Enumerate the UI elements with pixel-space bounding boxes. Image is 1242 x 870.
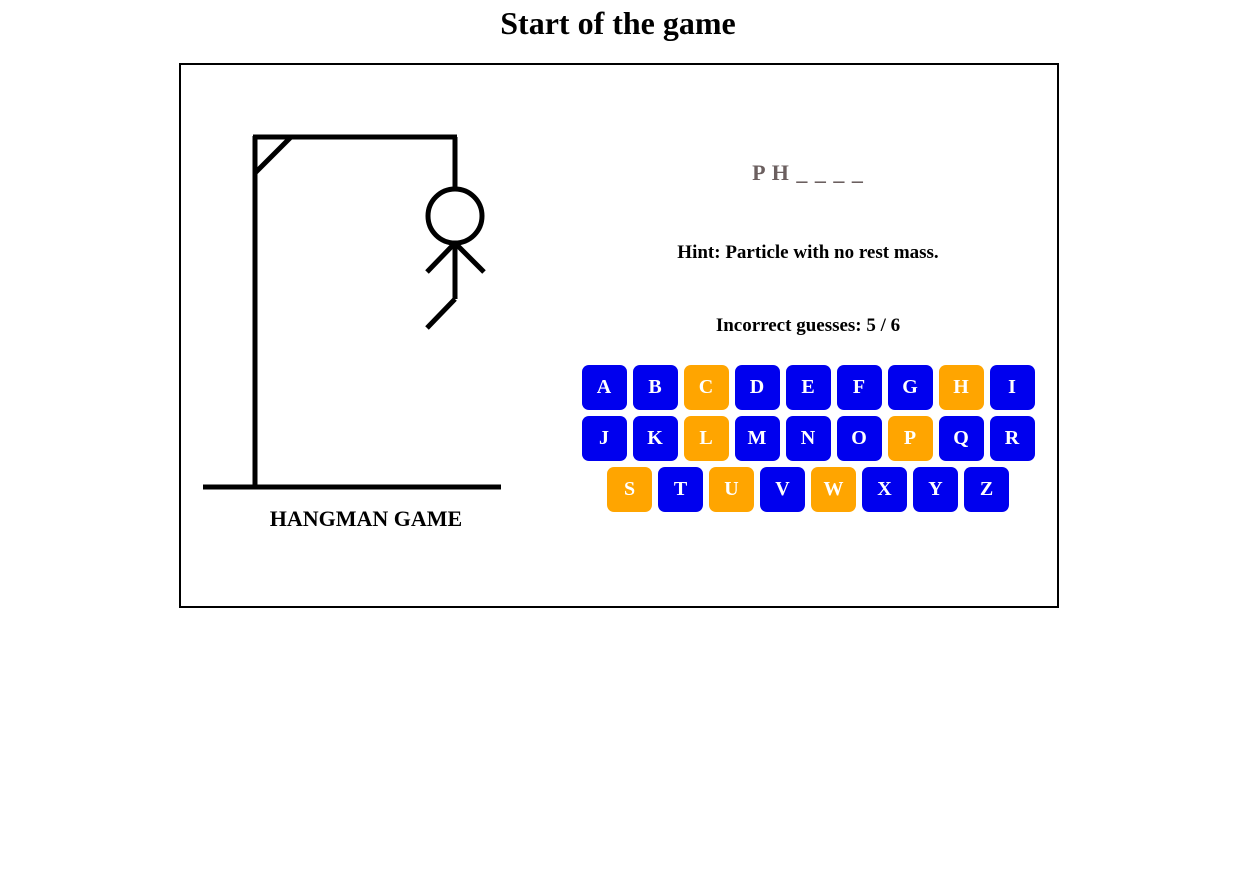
hangman-left-leg <box>425 297 457 330</box>
letter-key-c[interactable]: C <box>683 365 729 410</box>
hangman-drawing <box>203 134 501 490</box>
hangman-right-arm <box>453 241 486 274</box>
hint-text: Hint: Particle with no rest mass. <box>677 242 939 263</box>
letter-key-a[interactable]: A <box>581 365 627 410</box>
keyboard-row: ABCDEFGHI <box>571 365 1045 410</box>
letter-key-s[interactable]: S <box>607 467 652 512</box>
gallows-brace <box>253 135 293 175</box>
letter-keyboard: ABCDEFGHI JKLMNOPQR STUVWXYZ <box>571 365 1045 518</box>
page-title: Start of the game <box>500 5 736 41</box>
letter-key-u[interactable]: U <box>709 467 754 512</box>
keyboard-row: JKLMNOPQR <box>571 416 1045 461</box>
word-display: P H _ _ _ _ <box>752 160 864 185</box>
letter-key-y[interactable]: Y <box>913 467 958 512</box>
letter-key-t[interactable]: T <box>658 467 703 512</box>
hangman-head <box>425 186 485 246</box>
letter-key-b[interactable]: B <box>632 365 678 410</box>
letter-key-v[interactable]: V <box>760 467 805 512</box>
game-container: HANGMAN GAME P H _ _ _ _ Hint: Particle … <box>179 63 1059 608</box>
letter-key-q[interactable]: Q <box>938 416 984 461</box>
letter-key-m[interactable]: M <box>734 416 780 461</box>
game-panel: P H _ _ _ _ Hint: Particle with no rest … <box>571 65 1045 606</box>
letter-key-e[interactable]: E <box>785 365 831 410</box>
letter-key-z[interactable]: Z <box>964 467 1009 512</box>
letter-key-h[interactable]: H <box>938 365 984 410</box>
letter-key-p[interactable]: P <box>887 416 933 461</box>
letter-key-j[interactable]: J <box>581 416 627 461</box>
hangman-left-arm <box>425 241 457 274</box>
letter-key-f[interactable]: F <box>836 365 882 410</box>
letter-key-x[interactable]: X <box>862 467 907 512</box>
letter-key-n[interactable]: N <box>785 416 831 461</box>
letter-key-r[interactable]: R <box>989 416 1035 461</box>
keyboard-row: STUVWXYZ <box>571 467 1045 512</box>
incorrect-guesses-counter: Incorrect guesses: 5 / 6 <box>715 315 901 336</box>
letter-key-g[interactable]: G <box>887 365 933 410</box>
letter-key-d[interactable]: D <box>734 365 780 410</box>
letter-key-o[interactable]: O <box>836 416 882 461</box>
game-brand-label: HANGMAN GAME <box>269 506 463 531</box>
letter-key-w[interactable]: W <box>811 467 856 512</box>
letter-key-l[interactable]: L <box>683 416 729 461</box>
letter-key-k[interactable]: K <box>632 416 678 461</box>
letter-key-i[interactable]: I <box>989 365 1035 410</box>
